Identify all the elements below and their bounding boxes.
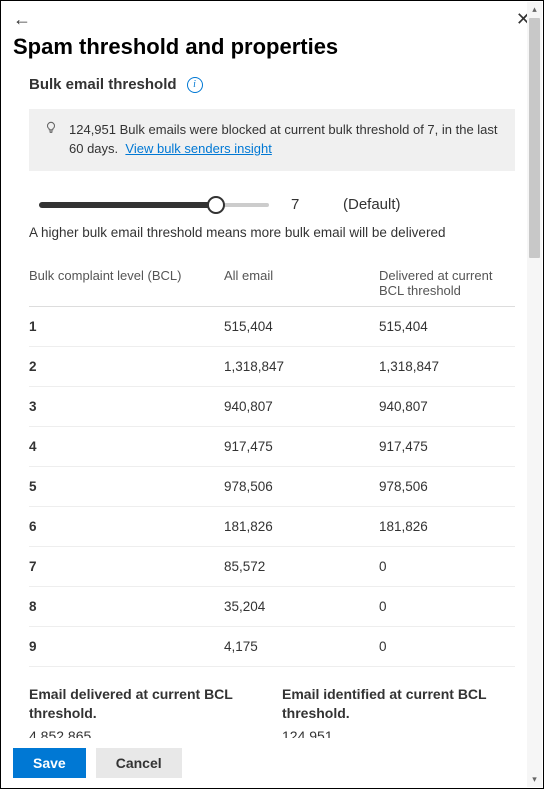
- scrollbar[interactable]: ▴ ▾: [527, 2, 542, 787]
- cell-all-email: 35,204: [224, 599, 379, 614]
- info-banner: 124,951 Bulk emails were blocked at curr…: [29, 109, 515, 171]
- cell-delivered: 978,506: [379, 479, 515, 494]
- table-row: 3940,807940,807: [29, 387, 515, 427]
- cell-bcl: 5: [29, 479, 224, 494]
- hint-text: A higher bulk email threshold means more…: [29, 225, 515, 240]
- page-title: Spam threshold and properties: [1, 30, 543, 76]
- cancel-button[interactable]: Cancel: [96, 748, 182, 778]
- bcl-table: Bulk complaint level (BCL) All email Del…: [29, 268, 515, 667]
- cell-bcl: 7: [29, 559, 224, 574]
- cell-all-email: 1,318,847: [224, 359, 379, 374]
- lightbulb-icon: [43, 121, 59, 137]
- header-bcl: Bulk complaint level (BCL): [29, 268, 224, 298]
- cell-delivered: 181,826: [379, 519, 515, 534]
- header-delivered: Delivered at current BCL threshold: [379, 268, 515, 298]
- cell-delivered: 1,318,847: [379, 359, 515, 374]
- slider-value: 7: [291, 196, 321, 213]
- cell-all-email: 85,572: [224, 559, 379, 574]
- cell-all-email: 978,506: [224, 479, 379, 494]
- summary-identified-label: Email identified at current BCL threshol…: [282, 685, 515, 723]
- cell-bcl: 2: [29, 359, 224, 374]
- cell-delivered: 0: [379, 639, 515, 654]
- cell-all-email: 4,175: [224, 639, 379, 654]
- slider-default-label: (Default): [343, 196, 401, 213]
- info-icon[interactable]: i: [187, 77, 203, 93]
- summary-delivered-label: Email delivered at current BCL threshold…: [29, 685, 262, 723]
- table-row: 5978,506978,506: [29, 467, 515, 507]
- cell-delivered: 515,404: [379, 319, 515, 334]
- cell-bcl: 8: [29, 599, 224, 614]
- save-button[interactable]: Save: [13, 748, 86, 778]
- cell-bcl: 1: [29, 319, 224, 334]
- scroll-up-icon[interactable]: ▴: [527, 2, 542, 17]
- section-subtitle: Bulk email threshold: [29, 76, 177, 93]
- cell-all-email: 940,807: [224, 399, 379, 414]
- table-row: 835,2040: [29, 587, 515, 627]
- header-all-email: All email: [224, 268, 379, 298]
- scroll-down-icon[interactable]: ▾: [527, 772, 542, 787]
- table-row: 94,1750: [29, 627, 515, 667]
- cell-bcl: 3: [29, 399, 224, 414]
- table-row: 785,5720: [29, 547, 515, 587]
- cell-delivered: 0: [379, 599, 515, 614]
- table-row: 1515,404515,404: [29, 307, 515, 347]
- cell-delivered: 940,807: [379, 399, 515, 414]
- cell-bcl: 4: [29, 439, 224, 454]
- table-row: 4917,475917,475: [29, 427, 515, 467]
- view-insight-link[interactable]: View bulk senders insight: [125, 141, 271, 156]
- cell-all-email: 917,475: [224, 439, 379, 454]
- back-arrow-icon[interactable]: ←: [13, 9, 31, 30]
- slider-thumb[interactable]: [207, 196, 225, 214]
- cell-bcl: 6: [29, 519, 224, 534]
- table-row: 6181,826181,826: [29, 507, 515, 547]
- threshold-slider[interactable]: [39, 195, 269, 215]
- cell-all-email: 515,404: [224, 319, 379, 334]
- cell-delivered: 917,475: [379, 439, 515, 454]
- cell-delivered: 0: [379, 559, 515, 574]
- scroll-thumb[interactable]: [529, 18, 540, 258]
- cell-all-email: 181,826: [224, 519, 379, 534]
- table-row: 21,318,8471,318,847: [29, 347, 515, 387]
- cell-bcl: 9: [29, 639, 224, 654]
